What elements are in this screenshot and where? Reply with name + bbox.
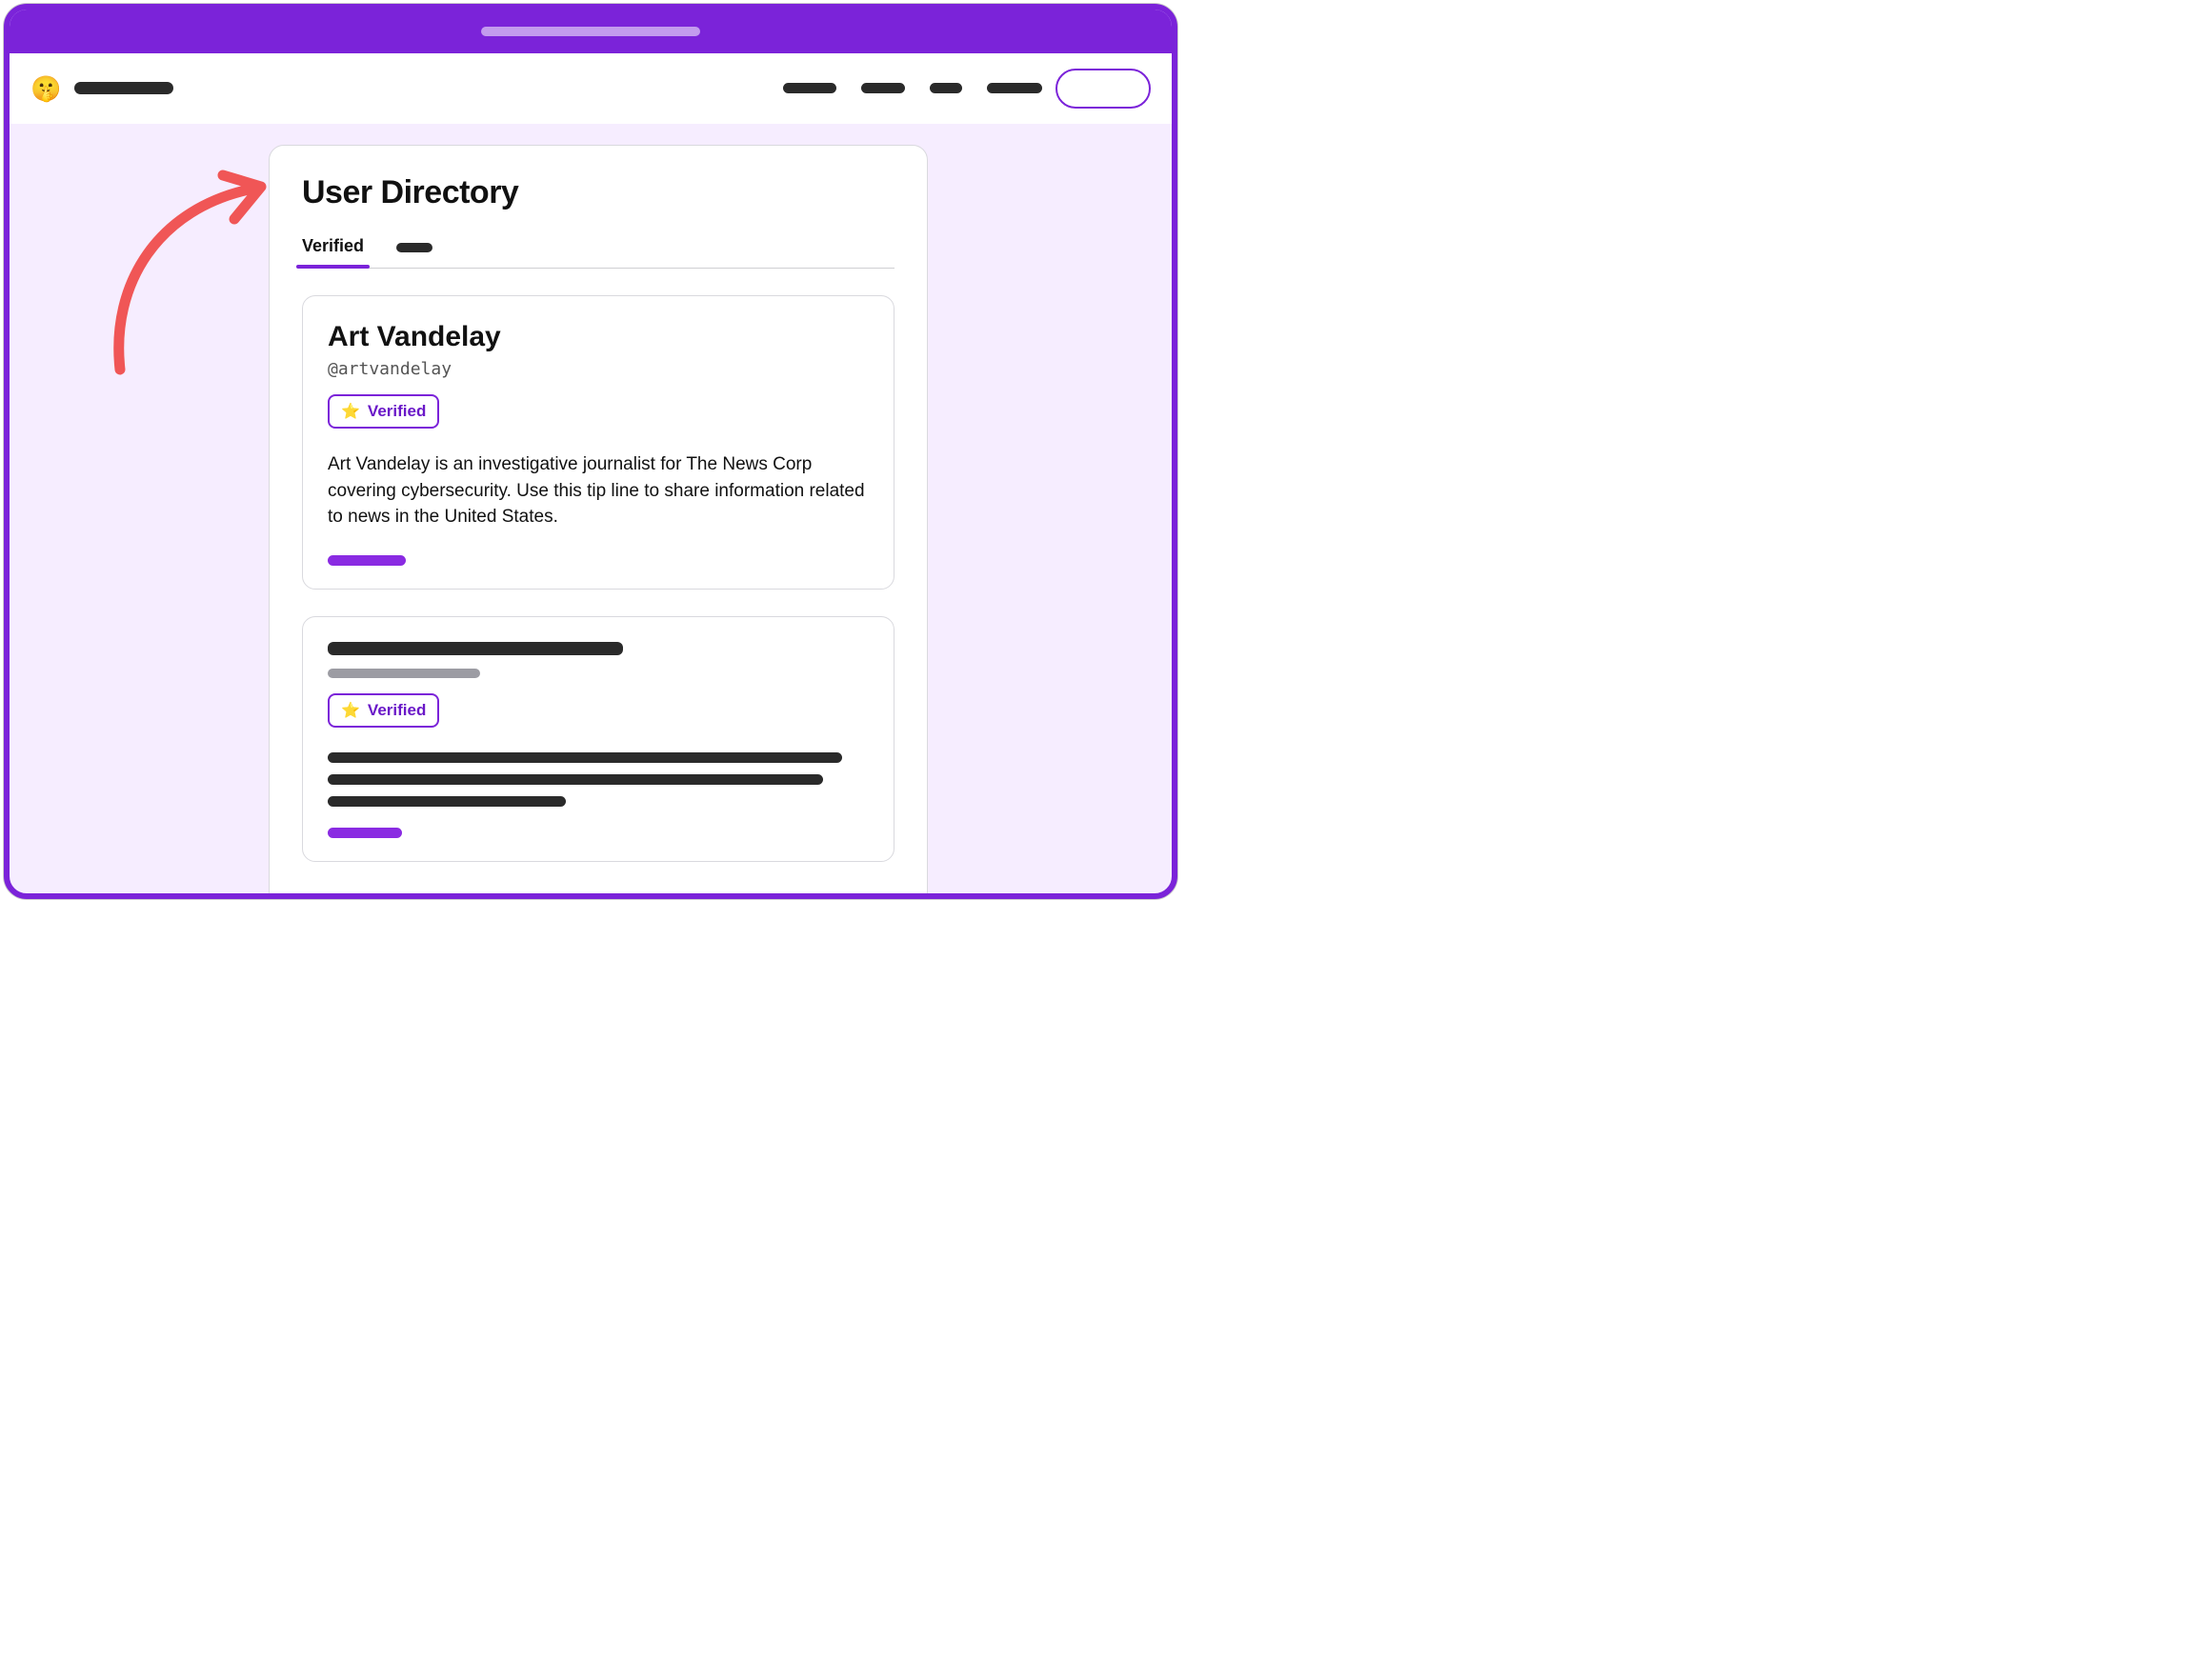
verified-badge-label: Verified bbox=[368, 701, 426, 720]
window-drag-handle[interactable] bbox=[481, 27, 700, 36]
nav-link[interactable] bbox=[861, 83, 905, 93]
user-name-placeholder bbox=[328, 642, 623, 655]
page-body: User Directory Verified Art Vandelay @ar… bbox=[10, 124, 1172, 893]
nav-links bbox=[783, 83, 1042, 93]
verified-badge: ⭐ Verified bbox=[328, 394, 439, 429]
user-bio-placeholder bbox=[328, 752, 869, 807]
user-action-link[interactable] bbox=[328, 555, 406, 566]
verified-badge-label: Verified bbox=[368, 402, 426, 421]
user-name: Art Vandelay bbox=[328, 321, 869, 353]
nav-link[interactable] bbox=[783, 83, 836, 93]
user-card: ⭐ Verified bbox=[302, 616, 894, 862]
window-titlebar bbox=[10, 10, 1172, 53]
app-frame: 🤫 User Directory Verified Art Vandelay @… bbox=[4, 4, 1177, 899]
nav-link[interactable] bbox=[987, 83, 1042, 93]
user-action-link[interactable] bbox=[328, 828, 402, 838]
user-handle-placeholder bbox=[328, 669, 480, 678]
tab-secondary[interactable] bbox=[396, 243, 432, 252]
nav-link[interactable] bbox=[930, 83, 962, 93]
verified-badge: ⭐ Verified bbox=[328, 693, 439, 728]
star-icon: ⭐ bbox=[341, 701, 360, 720]
callout-arrow-icon bbox=[101, 170, 291, 379]
primary-cta-button[interactable] bbox=[1055, 69, 1151, 109]
brand-name-placeholder bbox=[74, 82, 173, 94]
top-nav: 🤫 bbox=[10, 53, 1172, 124]
brand-emoji-icon: 🤫 bbox=[30, 76, 61, 101]
directory-panel: User Directory Verified Art Vandelay @ar… bbox=[269, 145, 928, 893]
tab-bar: Verified bbox=[302, 236, 894, 269]
star-icon: ⭐ bbox=[341, 402, 360, 421]
page-title: User Directory bbox=[302, 174, 894, 211]
user-bio: Art Vandelay is an investigative journal… bbox=[328, 451, 869, 530]
tab-verified[interactable]: Verified bbox=[302, 236, 364, 268]
user-handle: @artvandelay bbox=[328, 359, 869, 379]
user-card: Art Vandelay @artvandelay ⭐ Verified Art… bbox=[302, 295, 894, 590]
